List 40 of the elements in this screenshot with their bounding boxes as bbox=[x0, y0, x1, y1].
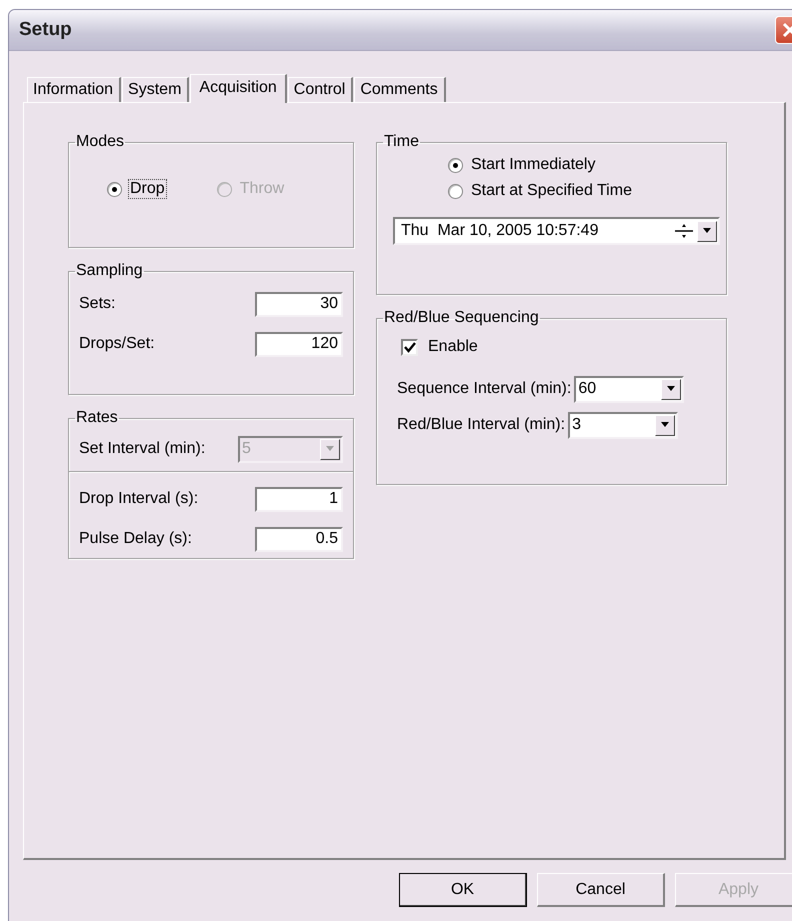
field-label: Sequence Interval (min): bbox=[397, 380, 572, 398]
group-title: Red/Blue Sequencing bbox=[383, 309, 540, 327]
input-field[interactable]: 0.5 bbox=[255, 526, 343, 552]
tab[interactable]: Acquisition bbox=[190, 74, 287, 103]
window-title: Setup bbox=[19, 19, 72, 41]
field-label: Red/Blue Interval (min): bbox=[397, 416, 566, 434]
radio-button[interactable] bbox=[448, 158, 463, 172]
field-label: Sets: bbox=[79, 295, 116, 313]
radio-button[interactable] bbox=[107, 182, 122, 196]
dropdown-arrow-icon bbox=[702, 228, 712, 234]
group-title: Rates bbox=[75, 409, 119, 427]
field-label: Pulse Delay (s): bbox=[79, 530, 192, 548]
input-field[interactable]: 30 bbox=[255, 292, 343, 316]
field-label: Drop Interval (s): bbox=[79, 490, 198, 508]
input-field[interactable]: 120 bbox=[255, 332, 343, 356]
dialog-button[interactable]: Cancel bbox=[537, 873, 665, 907]
date-time-picker[interactable]: Thu Mar 10, 2005 10:57:49 bbox=[393, 217, 720, 245]
radio-label[interactable]: Start at Specified Time bbox=[469, 181, 634, 201]
input-field[interactable]: 1 bbox=[255, 486, 343, 512]
tab[interactable]: Information bbox=[27, 77, 122, 102]
checkbox[interactable] bbox=[401, 338, 418, 356]
radio-label[interactable]: Start Immediately bbox=[469, 155, 598, 175]
tab[interactable]: System bbox=[122, 77, 190, 102]
group-title: Modes bbox=[75, 133, 126, 151]
check-icon bbox=[404, 342, 416, 352]
dialog-button[interactable]: OK bbox=[399, 873, 527, 907]
field-label: Drops/Set: bbox=[79, 335, 155, 353]
radio-label[interactable]: Drop bbox=[128, 179, 167, 199]
group-title: Sampling bbox=[75, 262, 144, 280]
tab[interactable]: Control bbox=[288, 77, 354, 102]
dropdown-arrow-icon bbox=[666, 386, 676, 392]
dropdown-arrow-icon bbox=[660, 422, 670, 428]
dropdown[interactable]: 3 bbox=[568, 412, 678, 438]
radio-button[interactable] bbox=[448, 184, 463, 198]
tab[interactable]: Comments bbox=[354, 77, 446, 102]
dropdown-arrow-icon bbox=[325, 446, 335, 452]
field-label: Set Interval (min): bbox=[79, 440, 206, 458]
dropdown[interactable]: 60 bbox=[574, 376, 684, 402]
checkbox-label[interactable]: Enable bbox=[426, 337, 480, 357]
group-title: Time bbox=[383, 133, 420, 151]
